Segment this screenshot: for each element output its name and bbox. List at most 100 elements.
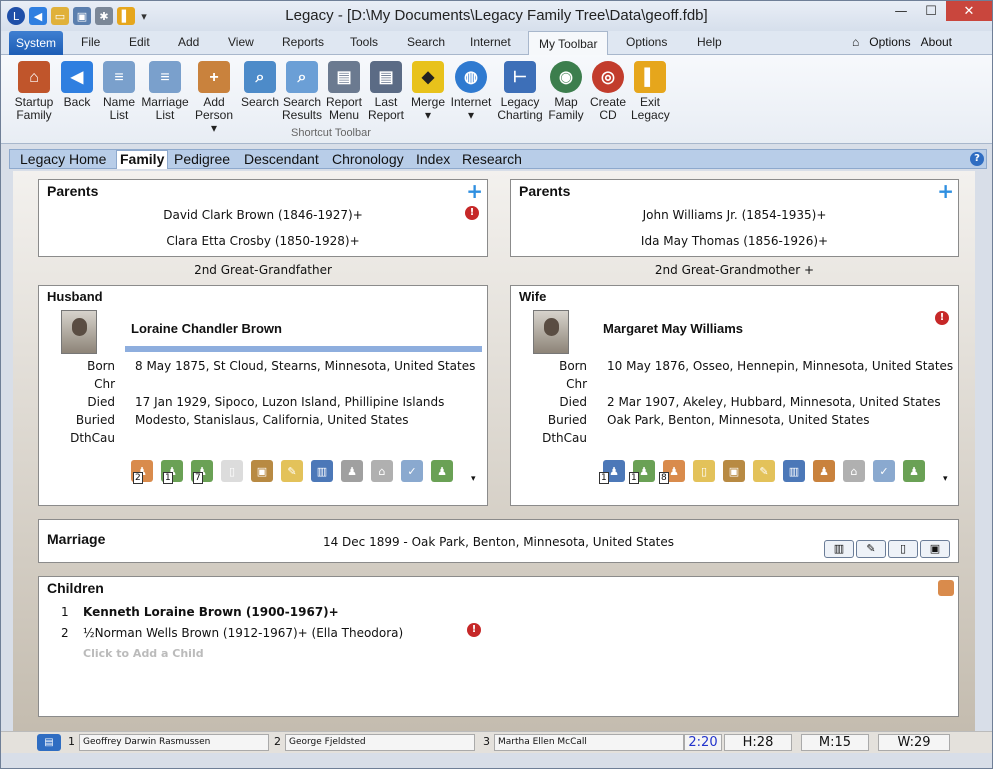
tab-pedigree[interactable]: Pedigree <box>174 151 230 167</box>
maximize-button[interactable]: ☐ <box>916 1 946 21</box>
mother-name[interactable]: Ida May Thomas (1856-1926)+ <box>511 234 958 248</box>
wife-name[interactable]: Margaret May Williams <box>603 321 743 336</box>
menu-my-toolbar[interactable]: My Toolbar <box>528 31 609 56</box>
ribbon-collapse-icon[interactable]: ⌂ <box>852 35 859 49</box>
menu-help[interactable]: Help <box>697 35 722 49</box>
search-button[interactable]: ⌕ Search <box>241 61 279 109</box>
mother-name[interactable]: Clara Etta Crosby (1850-1928)+ <box>39 234 487 248</box>
menu-file[interactable]: File <box>81 35 100 49</box>
about-menu[interactable]: About <box>921 35 952 49</box>
more-icons-chevron-icon[interactable]: ▾ <box>471 474 476 484</box>
picture-icon[interactable]: ▣ <box>251 460 273 482</box>
husband-icon-bar: ♟ ♟ ♟ ▯ ▣ ✎ ▥ ♟ ⌂ ✓ ♟ <box>131 460 453 482</box>
menu-add[interactable]: Add <box>178 35 199 49</box>
help-icon[interactable]: ? <box>970 152 984 166</box>
bookmark-icon[interactable]: ▤ <box>37 734 61 751</box>
died-value[interactable]: 2 Mar 1907, Akeley, Hubbard, Minnesota, … <box>607 395 941 409</box>
add-parents-icon[interactable]: + <box>466 181 483 201</box>
sources-icon[interactable]: ✎ <box>753 460 775 482</box>
child-name[interactable]: ½Norman Wells Brown (1912-1967)+ (Ella T… <box>83 626 403 640</box>
menu-tools[interactable]: Tools <box>350 35 378 49</box>
slot-2-person[interactable]: George Fjeldsted <box>285 734 475 751</box>
menu-view[interactable]: View <box>228 35 254 49</box>
child-order-icon[interactable] <box>938 580 954 596</box>
buried-value[interactable]: Modesto, Stanislaus, California, United … <box>135 413 409 427</box>
husband-parents-panel[interactable]: Parents + ! David Clark Brown (1846-1927… <box>38 179 488 257</box>
tab-research[interactable]: Research <box>462 151 522 167</box>
menu-internet[interactable]: Internet <box>470 35 511 49</box>
todo-icon[interactable]: ✓ <box>873 460 895 482</box>
address-icon[interactable]: ⌂ <box>843 460 865 482</box>
associations-icon[interactable]: ♟ <box>813 460 835 482</box>
more-icons-chevron-icon[interactable]: ▾ <box>943 474 948 484</box>
menu-search[interactable]: Search <box>407 35 445 49</box>
menu-edit[interactable]: Edit <box>129 35 150 49</box>
exit-legacy-button[interactable]: ▌ Exit Legacy <box>631 61 670 122</box>
tab-descendant[interactable]: Descendant <box>244 151 319 167</box>
husband-name[interactable]: Loraine Chandler Brown <box>131 321 282 336</box>
add-parents-icon[interactable]: + <box>937 181 954 201</box>
notes-icon[interactable]: ▯ <box>221 460 243 482</box>
list-icon: ≡ <box>103 61 135 93</box>
alert-icon[interactable]: ! <box>935 311 949 325</box>
options-menu[interactable]: Options <box>869 35 910 49</box>
tab-chronology[interactable]: Chronology <box>332 151 404 167</box>
wife-photo[interactable] <box>533 310 569 354</box>
report-menu-button[interactable]: ▤ Report Menu <box>323 61 365 122</box>
menu-reports[interactable]: Reports <box>282 35 324 49</box>
marriage-list-button[interactable]: ≡ Marriage List <box>139 61 191 122</box>
menu-options[interactable]: Options <box>626 35 667 49</box>
marriage-panel[interactable]: Marriage 14 Dec 1899 - Oak Park, Benton,… <box>38 519 959 563</box>
associations-icon[interactable]: ♟ <box>341 460 363 482</box>
wife-panel[interactable]: Wife Margaret May Williams ! Born 10 May… <box>510 285 959 506</box>
slot-3-person[interactable]: Martha Ellen McCall <box>494 734 684 751</box>
died-label: Died <box>87 395 115 409</box>
close-button[interactable]: ✕ <box>946 1 992 21</box>
alert-icon[interactable]: ! <box>467 623 481 637</box>
notes-icon[interactable]: ▯ <box>693 460 715 482</box>
tab-family[interactable]: Family <box>116 150 169 169</box>
children-panel[interactable]: Children 1 Kenneth Loraine Brown (1900-1… <box>38 576 959 717</box>
slot-1-person[interactable]: Geoffrey Darwin Rasmussen <box>79 734 269 751</box>
individual-icon[interactable]: ♟ <box>431 460 453 482</box>
father-name[interactable]: John Williams Jr. (1854-1935)+ <box>511 208 958 222</box>
map-family-button[interactable]: ◉ Map Family <box>547 61 585 122</box>
wife-parents-panel[interactable]: Parents + John Williams Jr. (1854-1935)+… <box>510 179 959 257</box>
merge-button[interactable]: ◆ Merge ▾ <box>409 61 447 122</box>
title-bar: L ◀ ▭ ▣ ✱ ▌ ▾ Legacy - [D:\My Documents\… <box>1 1 992 31</box>
todo-icon[interactable]: ✓ <box>401 460 423 482</box>
legacy-charting-button[interactable]: ⊢ Legacy Charting <box>495 61 545 122</box>
child-name[interactable]: Kenneth Loraine Brown (1900-1967)+ <box>83 605 339 619</box>
internet-button[interactable]: ◍ Internet ▾ <box>449 61 493 122</box>
back-button[interactable]: ◀ Back <box>59 61 95 109</box>
born-value[interactable]: 8 May 1875, St Cloud, Stearns, Minnesota… <box>135 359 475 373</box>
died-value[interactable]: 17 Jan 1929, Sipoco, Luzon Island, Phill… <box>135 395 444 409</box>
startup-family-button[interactable]: ⌂ Startup Family <box>11 61 57 122</box>
marriage-picture-button[interactable]: ▣ <box>920 540 950 558</box>
father-name[interactable]: David Clark Brown (1846-1927)+ <box>39 208 487 222</box>
marriage-notes-button[interactable]: ▯ <box>888 540 918 558</box>
sources-icon[interactable]: ✎ <box>281 460 303 482</box>
address-icon[interactable]: ⌂ <box>371 460 393 482</box>
husband-photo[interactable] <box>61 310 97 354</box>
add-person-button[interactable]: + Add Person ▾ <box>191 61 237 135</box>
books-icon[interactable]: ▥ <box>783 460 805 482</box>
born-value[interactable]: 10 May 1876, Osseo, Hennepin, Minnesota,… <box>607 359 953 373</box>
individual-icon[interactable]: ♟ <box>903 460 925 482</box>
husband-panel[interactable]: Husband Loraine Chandler Brown Born 8 Ma… <box>38 285 488 506</box>
minimize-button[interactable]: — <box>886 1 916 21</box>
marriage-books-button[interactable]: ▥ <box>824 540 854 558</box>
add-child-link[interactable]: Click to Add a Child <box>83 647 204 660</box>
buried-value[interactable]: Oak Park, Benton, Minnesota, United Stat… <box>607 413 869 427</box>
name-list-button[interactable]: ≡ Name List <box>99 61 139 122</box>
tab-legacy-home[interactable]: Legacy Home <box>20 151 106 167</box>
tab-index[interactable]: Index <box>416 151 450 167</box>
marriage-event[interactable]: 14 Dec 1899 - Oak Park, Benton, Minnesot… <box>39 535 958 549</box>
menu-system[interactable]: System <box>9 31 63 55</box>
picture-icon[interactable]: ▣ <box>723 460 745 482</box>
search-results-button[interactable]: ⌕ Search Results <box>281 61 323 122</box>
last-report-button[interactable]: ▤ Last Report <box>365 61 407 122</box>
books-icon[interactable]: ▥ <box>311 460 333 482</box>
marriage-sources-button[interactable]: ✎ <box>856 540 886 558</box>
create-cd-button[interactable]: ◎ Create CD <box>589 61 627 122</box>
